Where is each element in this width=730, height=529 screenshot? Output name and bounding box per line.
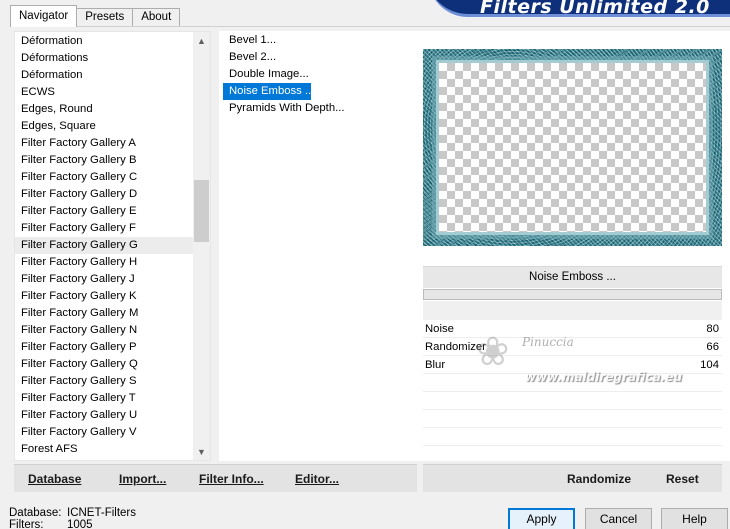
apply-button[interactable]: Apply: [508, 508, 575, 529]
cancel-button[interactable]: Cancel: [585, 508, 652, 529]
category-list-panel: Déformation Déformations Déformation ECWS Ed…: [14, 31, 211, 461]
tab-about[interactable]: About: [132, 8, 181, 27]
category-item[interactable]: Filter Factory Gallery A: [15, 135, 194, 152]
category-item[interactable]: Déformation: [15, 67, 194, 84]
title-banner: Filters Unlimited 2.0: [428, 0, 730, 17]
reset-button[interactable]: Reset: [666, 472, 699, 486]
filter-item[interactable]: Noise Emboss ...: [223, 83, 314, 100]
editor-button[interactable]: Editor...: [295, 472, 339, 486]
param-value: 66: [706, 340, 719, 353]
tab-divider: [10, 26, 730, 27]
filter-list-panel: Bevel 1... Bevel 2... Double Image... Noise…: [219, 31, 417, 461]
navigator-toolbar: Database Import... Filter Info... Editor…: [14, 464, 417, 492]
tab-presets[interactable]: Presets: [76, 8, 134, 27]
status-database-value: ICNET-Filters: [67, 507, 136, 519]
filter-item[interactable]: Bevel 2...: [223, 49, 417, 66]
category-item[interactable]: Edges, Round: [15, 101, 194, 118]
help-button[interactable]: Help: [661, 508, 728, 529]
param-row-empty: [423, 446, 722, 464]
category-item[interactable]: Filter Factory Gallery U: [15, 407, 194, 424]
category-item[interactable]: Filter Factory Gallery D: [15, 186, 194, 203]
param-value: 80: [706, 322, 719, 335]
category-item[interactable]: Filter Factory Gallery Q: [15, 356, 194, 373]
param-value: 104: [700, 358, 719, 371]
category-item[interactable]: Filter Factory Gallery C: [15, 169, 194, 186]
status-database-label: Database:: [9, 507, 62, 519]
selected-filter-name: Noise Emboss ...: [423, 266, 722, 288]
param-row-empty: [423, 428, 722, 446]
filter-item[interactable]: Bevel 1...: [223, 32, 417, 49]
status-filters-label: Filters:: [9, 519, 44, 529]
status-area: Database: ICNET-Filters Filters: 1005: [9, 507, 136, 529]
parameter-list: Noise 80 Randomizer 66 Blur 104: [423, 320, 722, 464]
param-label: Blur: [425, 358, 446, 371]
category-item[interactable]: Filter Factory Gallery V: [15, 424, 194, 441]
scroll-up-arrow-icon[interactable]: ▲: [193, 32, 210, 49]
param-row-noise[interactable]: Noise 80: [423, 320, 722, 338]
filter-item[interactable]: Pyramids With Depth...: [223, 100, 417, 117]
category-item[interactable]: Filter Factory Gallery E: [15, 203, 194, 220]
category-item[interactable]: Filter Factory Gallery G: [15, 237, 194, 254]
category-item[interactable]: Filter Factory Gallery B: [15, 152, 194, 169]
preview-toolbar: Randomize Reset: [423, 464, 722, 492]
filter-list: Bevel 1... Bevel 2... Double Image... Noise…: [219, 31, 417, 117]
category-item[interactable]: Filter Factory Gallery F: [15, 220, 194, 237]
banner-title: Filters Unlimited 2.0: [480, 0, 710, 17]
category-item[interactable]: Filter Factory Gallery S: [15, 373, 194, 390]
tab-strip: Navigator Presets About: [10, 5, 181, 27]
param-row-randomizer[interactable]: Randomizer 66: [423, 338, 722, 356]
category-list: Déformation Déformations Déformation ECWS Ed…: [15, 32, 194, 458]
category-item[interactable]: Filter Factory Gallery M: [15, 305, 194, 322]
status-filters-value: 1005: [67, 519, 93, 529]
param-row-empty: [423, 392, 722, 410]
param-label: Noise: [425, 322, 454, 335]
progress-bar: [423, 289, 722, 300]
category-item[interactable]: Edges, Square: [15, 118, 194, 135]
category-scrollbar[interactable]: ▲ ▼: [193, 32, 210, 460]
transparency-checkerboard: [439, 63, 706, 232]
category-item[interactable]: Filter Factory Gallery H: [15, 254, 194, 271]
category-item[interactable]: ECWS: [15, 84, 194, 101]
category-item[interactable]: Filter Factory Gallery P: [15, 339, 194, 356]
param-label: Randomizer: [425, 340, 486, 353]
category-item[interactable]: Filter Factory Gallery J: [15, 271, 194, 288]
preview-image: [423, 49, 722, 246]
param-row-blur[interactable]: Blur 104: [423, 356, 722, 374]
param-row-empty: [423, 374, 722, 392]
tab-navigator[interactable]: Navigator: [10, 5, 78, 27]
filter-info-button[interactable]: Filter Info...: [199, 472, 264, 486]
category-item[interactable]: Filter Factory Gallery N: [15, 322, 194, 339]
category-item[interactable]: Forest AFS: [15, 441, 194, 458]
category-item[interactable]: Filter Factory Gallery T: [15, 390, 194, 407]
import-button[interactable]: Import...: [119, 472, 166, 486]
randomize-button[interactable]: Randomize: [567, 472, 631, 486]
param-row-empty: [423, 410, 722, 428]
scroll-thumb[interactable]: [194, 180, 209, 242]
database-button[interactable]: Database: [28, 472, 81, 486]
category-item[interactable]: Déformation: [15, 33, 194, 50]
scroll-down-arrow-icon[interactable]: ▼: [193, 443, 210, 460]
filter-item[interactable]: Double Image...: [223, 66, 417, 83]
category-item[interactable]: Filter Factory Gallery K: [15, 288, 194, 305]
category-item[interactable]: Déformations: [15, 50, 194, 67]
